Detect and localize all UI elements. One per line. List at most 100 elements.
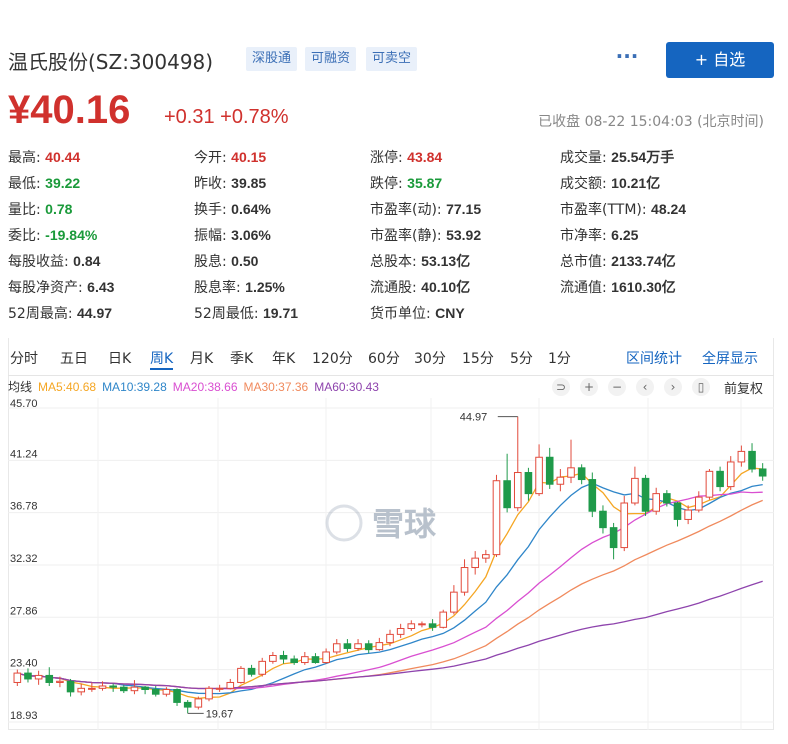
stat-0-1: 今开: 40.15 (194, 144, 266, 170)
period-tab-6[interactable]: 年K (272, 348, 295, 370)
candle-body (428, 623, 437, 628)
stat-label: 振幅: (194, 228, 232, 244)
range-stats-link[interactable]: 区间统计 (626, 348, 682, 368)
more-options-icon[interactable]: ··· (612, 44, 642, 74)
candle-body (77, 687, 86, 693)
period-tab-10[interactable]: 15分 (462, 348, 494, 370)
candle-body (364, 643, 373, 651)
stat-label: 每股净资产: (8, 280, 88, 296)
stat-value: 53.92 (446, 227, 482, 243)
candle-body (24, 672, 32, 680)
zoom-out-icon[interactable]: − (608, 378, 626, 396)
tag-margin-financing[interactable]: 可融资 (305, 47, 357, 71)
stat-5-1: 股息率: 1.25% (194, 274, 285, 300)
candle-body (737, 450, 746, 463)
reset-icon[interactable]: ⊃ (552, 378, 570, 396)
candle-body (290, 658, 298, 664)
candle-body (279, 654, 288, 660)
stat-label: 市盈率(TTM): (560, 202, 652, 218)
y-tick-label: 41.24 (10, 448, 38, 460)
candle-body (652, 493, 660, 512)
stat-label: 市盈率(静): (370, 228, 447, 244)
period-tab-0[interactable]: 分时 (10, 348, 38, 370)
tag-hk-connect[interactable]: 深股通 (246, 47, 298, 71)
stat-1-0: 最低: 39.22 (8, 170, 80, 196)
candle-body (151, 689, 160, 695)
candle-body (631, 477, 639, 504)
candle-body (183, 701, 192, 708)
y-tick-label: 18.93 (10, 710, 38, 722)
candle-body (322, 651, 330, 664)
y-tick-label: 36.78 (10, 501, 38, 513)
stat-1-2: 跌停: 35.87 (370, 170, 442, 196)
stat-1-1: 昨收: 39.85 (194, 170, 266, 196)
stat-value: 40.44 (45, 149, 81, 165)
stat-value: 6.43 (87, 279, 115, 295)
stat-label: 成交量: (560, 150, 612, 166)
scroll-right-icon[interactable]: › (664, 378, 682, 396)
candle-body (56, 680, 64, 683)
indicator-icon[interactable]: ▯ (692, 378, 710, 396)
candle-body (513, 472, 522, 509)
candle-body (588, 479, 597, 512)
candle-body (386, 633, 394, 644)
price-adjust-label[interactable]: 前复权 (724, 378, 763, 397)
stat-5-0: 每股净资产: 6.43 (8, 274, 114, 300)
period-tab-7[interactable]: 120分 (312, 348, 353, 370)
stat-label: 总市值: (560, 254, 612, 270)
stat-label: 每股收益: (8, 254, 74, 270)
period-tab-4[interactable]: 月K (190, 348, 213, 370)
ma-legend: 均线 MA5:40.68 MA10:39.28 MA20:38.66 MA30:37.3… (8, 378, 385, 398)
stat-0-0: 最高: 40.44 (8, 144, 80, 170)
current-price: ¥40.16 (8, 88, 131, 132)
period-tab-3[interactable]: 周K (150, 348, 174, 370)
stat-label: 52周最高: (8, 306, 77, 322)
kline-chart[interactable]: 45.70 41.24 36.78 32.32 27.86 23.40 18.93 雪球 44.… (8, 398, 774, 730)
stat-3-3: 市净率: 6.25 (560, 222, 638, 248)
candle-body (109, 685, 117, 688)
add-watchlist-button[interactable]: + 自选 (666, 42, 774, 78)
candle-body (694, 496, 703, 511)
period-tab-5[interactable]: 季K (230, 348, 253, 370)
stat-1-3: 成交额: 10.21亿 (560, 170, 660, 196)
tag-short-sell[interactable]: 可卖空 (366, 47, 418, 71)
candle-body (567, 467, 575, 478)
candle-body (332, 643, 341, 653)
scroll-left-icon[interactable]: ‹ (636, 378, 654, 396)
watermark-text: 雪球 (372, 506, 437, 542)
stat-label: 今开: (194, 150, 232, 166)
stat-label: 市净率: (560, 228, 612, 244)
period-tab-11[interactable]: 5分 (510, 348, 533, 370)
candle-body (535, 456, 543, 495)
period-tab-9[interactable]: 30分 (414, 348, 446, 370)
stat-label: 最高: (8, 150, 46, 166)
stat-value: 40.15 (231, 149, 267, 165)
stat-label: 货币单位: (370, 306, 436, 322)
zoom-in-icon[interactable]: + (580, 378, 598, 396)
ma-legend-item-4: MA60:30.43 (314, 380, 379, 394)
stat-2-3: 市盈率(TTM): 48.24 (560, 196, 686, 222)
candle-body (663, 493, 671, 504)
fullscreen-link[interactable]: 全屏显示 (702, 348, 758, 368)
candle-body (194, 698, 203, 708)
stat-label: 委比: (8, 228, 46, 244)
stat-4-3: 总市值: 2133.74亿 (560, 248, 676, 274)
candle-body (556, 476, 565, 485)
candle-body (609, 527, 618, 549)
candle-body (343, 643, 352, 649)
stat-label: 最低: (8, 176, 46, 192)
period-tab-8[interactable]: 60分 (368, 348, 400, 370)
candle-body (173, 689, 181, 703)
candle-body (301, 656, 309, 664)
candle-body (130, 686, 139, 692)
stat-value: 0.64% (231, 201, 271, 217)
period-tab-2[interactable]: 日K (108, 348, 131, 370)
stat-value: 0.50 (231, 253, 259, 269)
candle-body (748, 450, 756, 470)
stat-5-3: 流通值: 1610.30亿 (560, 274, 676, 300)
market-status: 已收盘 08-22 15:04:03 (北京时间) (538, 114, 764, 130)
candle-body (45, 674, 54, 683)
period-tab-1[interactable]: 五日 (60, 348, 88, 370)
period-tab-12[interactable]: 1分 (548, 348, 571, 370)
candle-body (758, 468, 767, 477)
